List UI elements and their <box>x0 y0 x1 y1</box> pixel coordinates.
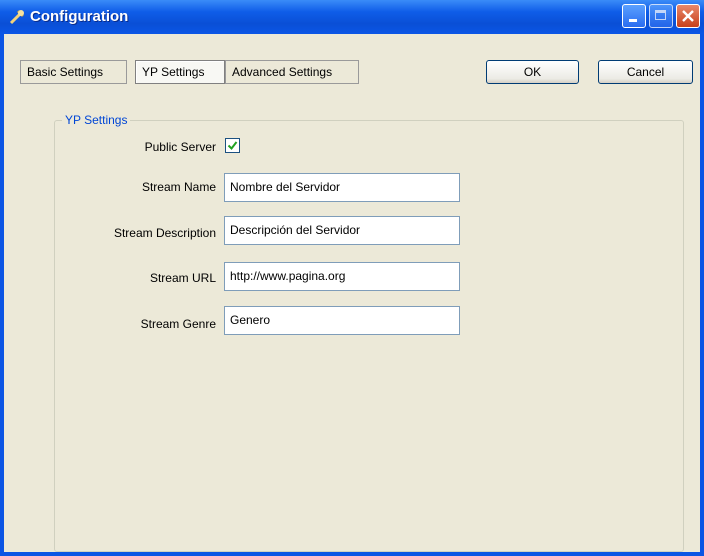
tab-advanced-settings[interactable]: Advanced Settings <box>225 60 359 84</box>
stream-url-field[interactable]: http://www.pagina.org <box>224 262 460 291</box>
stream-name-label: Stream Name <box>141 180 216 194</box>
configuration-window: Configuration Basic Settings YP Settings… <box>0 0 704 556</box>
gear-icon <box>8 8 26 26</box>
stream-name-field[interactable]: Nombre del Servidor <box>224 173 460 202</box>
group-title: YP Settings <box>62 113 131 127</box>
tab-yp-settings[interactable]: YP Settings <box>135 60 225 84</box>
check-icon <box>227 141 238 151</box>
maximize-button[interactable] <box>649 4 673 28</box>
tab-label: YP Settings <box>142 65 205 79</box>
stream-description-label: Stream Description <box>113 226 216 240</box>
tab-basic-settings[interactable]: Basic Settings <box>20 60 127 84</box>
public-server-label: Public Server <box>144 140 216 154</box>
stream-genre-label: Stream Genre <box>140 317 216 331</box>
stream-url-label: Stream URL <box>149 271 216 285</box>
window-title: Configuration <box>30 8 129 25</box>
close-icon <box>682 10 694 22</box>
ok-button[interactable]: OK <box>486 60 579 84</box>
stream-description-field[interactable]: Descripción del Servidor <box>224 216 460 245</box>
tab-label: Advanced Settings <box>232 65 333 79</box>
cancel-button[interactable]: Cancel <box>598 60 693 84</box>
dialog-client-area: Basic Settings YP Settings Advanced Sett… <box>4 34 700 552</box>
title-bar[interactable]: Configuration <box>0 0 704 34</box>
stream-genre-field[interactable]: Genero <box>224 306 460 335</box>
close-button[interactable] <box>676 4 700 28</box>
public-server-checkbox[interactable] <box>225 138 240 153</box>
minimize-button[interactable] <box>622 4 646 28</box>
tab-label: Basic Settings <box>27 65 104 79</box>
